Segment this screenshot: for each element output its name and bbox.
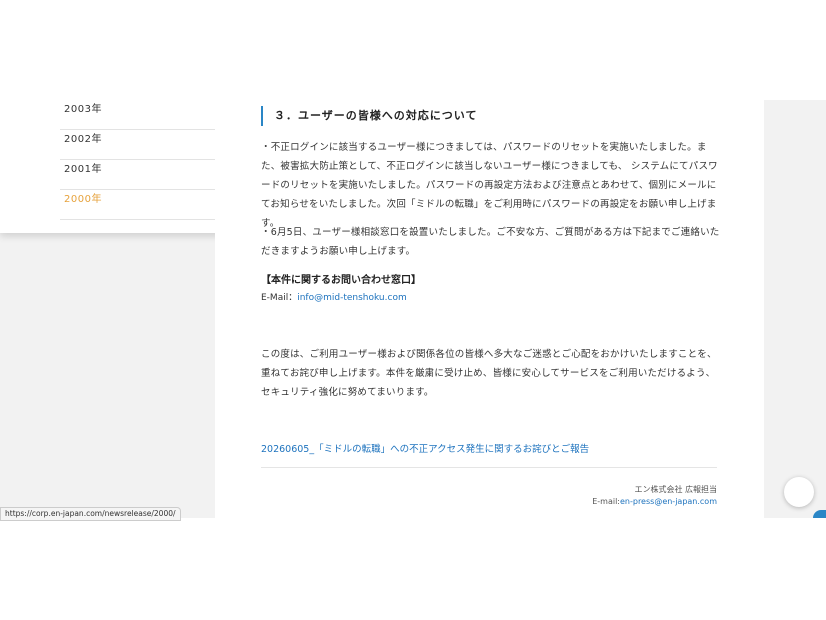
divider <box>261 467 717 468</box>
page-viewport: 2003年 2002年 2001年 2000年 ３．ユーザーの皆様への対応につい… <box>0 100 826 518</box>
press-company: エン株式会社 広報担当 <box>634 485 717 494</box>
related-news-link[interactable]: 20260605_「ミドルの転職」への不正アクセス発生に関するお詫びとご報告 <box>261 441 589 455</box>
contact-email-row: E-Mail：info@mid-tenshoku.com <box>261 290 407 303</box>
year-archive-menu: 2003年 2002年 2001年 2000年 <box>0 100 240 233</box>
press-contact: エン株式会社 広報担当 E-mail:en-press@en-japan.com <box>592 484 717 508</box>
year-item-2000[interactable]: 2000年 <box>60 190 240 220</box>
paragraph-password-reset: ・不正ログインに該当するユーザー様につきましては、パスワードのリセットを実施いた… <box>261 142 718 229</box>
year-item-2003[interactable]: 2003年 <box>60 100 240 130</box>
year-item-2002[interactable]: 2002年 <box>60 130 240 160</box>
email-label: E-Mail： <box>261 293 298 303</box>
section-heading: ３．ユーザーの皆様への対応について <box>261 106 477 126</box>
scroll-top-button[interactable] <box>784 477 814 507</box>
article-content: ３．ユーザーの皆様への対応について ・不正ログインに該当するユーザー様につきまし… <box>215 100 764 518</box>
press-email-link[interactable]: en-press@en-japan.com <box>620 497 717 506</box>
contact-email-link[interactable]: info@mid-tenshoku.com <box>297 293 407 303</box>
paragraph-apology: この度は、ご利用ユーザー様および関係各位の皆様へ多大なご迷惑とご心配をおかけいた… <box>261 349 717 398</box>
status-bar-url: https://corp.en-japan.com/newsrelease/20… <box>0 507 181 521</box>
year-item-2001[interactable]: 2001年 <box>60 160 240 190</box>
corner-accent <box>813 510 826 518</box>
press-email-label: E-mail: <box>592 497 620 506</box>
contact-heading: 【本件に関するお問い合わせ窓口】 <box>261 275 421 286</box>
paragraph-support-desk: ・6月5日、ユーザー様相談窓口を設置いたしました。ご不安な方、ご質問がある方は下… <box>261 227 720 257</box>
